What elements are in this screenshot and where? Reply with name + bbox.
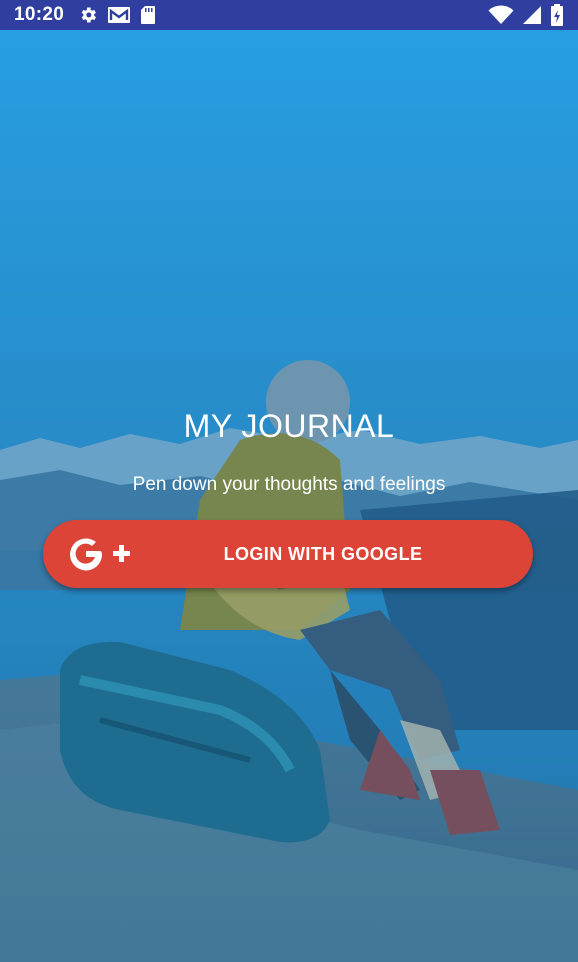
cell-signal-icon	[522, 5, 542, 25]
gear-icon	[78, 5, 98, 25]
wifi-icon	[488, 5, 514, 25]
app-title: MY JOURNAL	[183, 408, 395, 444]
gmail-icon	[107, 5, 131, 25]
sd-card-icon	[140, 5, 156, 25]
app-subtitle: Pen down your thoughts and feelings	[132, 474, 446, 495]
login-button-label: LOGIN WITH GOOGLE	[223, 543, 423, 564]
login-screen: MY JOURNAL Pen down your thoughts and fe…	[0, 30, 578, 962]
status-time: 10:20	[14, 4, 65, 25]
login-with-google-button[interactable]: LOGIN WITH GOOGLE	[43, 520, 533, 588]
status-bar: 10:20	[0, 0, 578, 30]
battery-icon	[550, 4, 564, 26]
google-plus-icon	[67, 534, 133, 577]
